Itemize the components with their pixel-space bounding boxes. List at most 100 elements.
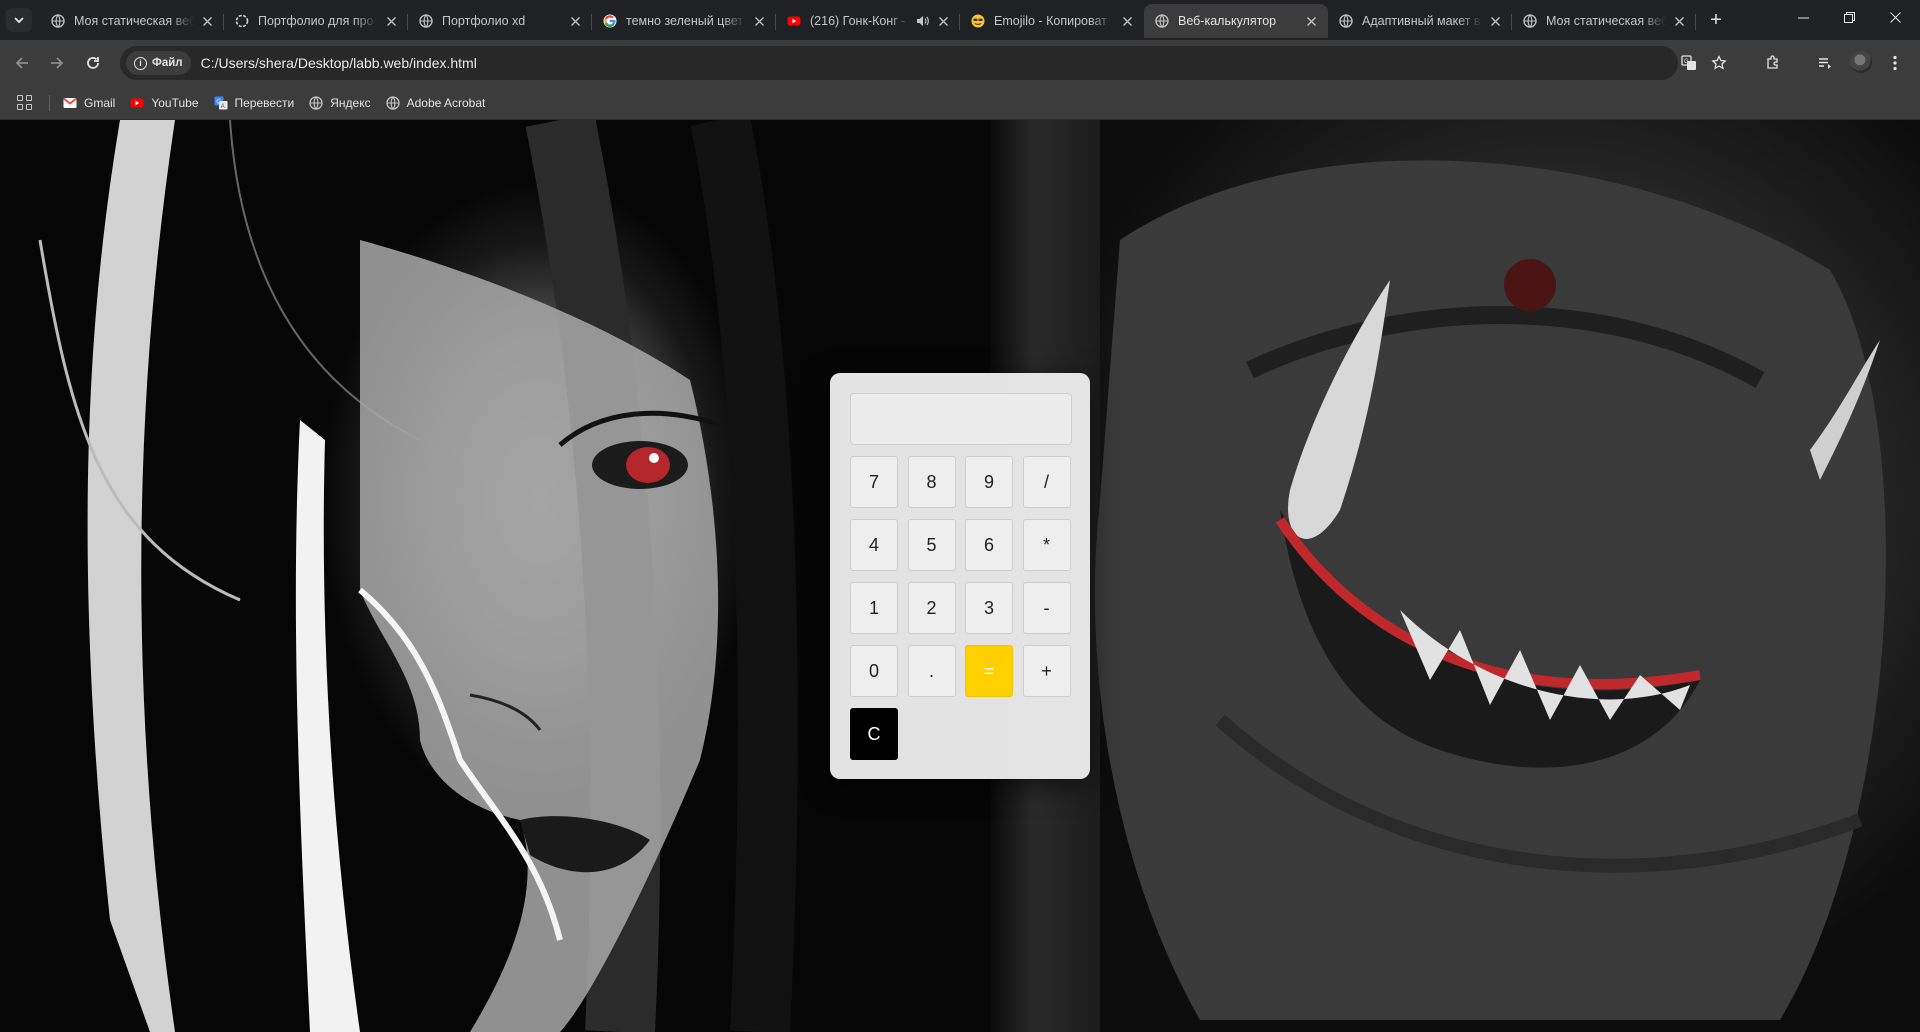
browser-tab[interactable]: темно зеленый цвет (592, 4, 776, 38)
playlist-icon (1819, 58, 1831, 69)
globe-icon (385, 95, 401, 111)
profile-avatar[interactable] (1850, 51, 1872, 73)
tab-title: (216) Гонк-Конг - (810, 14, 906, 28)
bookmark-item[interactable]: Adobe Acrobat (385, 95, 485, 111)
tab-search-button[interactable] (6, 8, 32, 32)
reload-icon (87, 57, 99, 69)
browser-tab[interactable]: Портфолио xd (408, 4, 592, 38)
bookmark-item[interactable]: Яндекс (308, 95, 371, 111)
tab-list: Моя статическая веб Портфолио для про Порт… (40, 4, 1696, 38)
tab-close-button[interactable] (1302, 12, 1320, 30)
key-plus-button[interactable]: + (1022, 645, 1071, 697)
tab-close-button[interactable] (750, 12, 768, 30)
restore-button[interactable] (1826, 0, 1872, 34)
browser-tab[interactable]: Моя статическая веб (1512, 4, 1696, 38)
tab-close-button[interactable] (1486, 12, 1504, 30)
youtube-icon (129, 95, 145, 111)
bookmarks-bar: Gmail YouTube G A Перевести Яндекс Adobe Acrob… (0, 86, 1920, 120)
tab-close-button[interactable] (1670, 12, 1688, 30)
browser-tab[interactable]: (216) Гонк-Конг - (776, 4, 960, 38)
key-minus-button[interactable]: - (1022, 582, 1071, 634)
key-5-button[interactable]: 5 (907, 519, 956, 571)
arrow-right-icon (51, 57, 64, 69)
tab-close-button[interactable] (934, 12, 952, 30)
bookmark-item[interactable]: G A Перевести (213, 95, 295, 111)
svg-text:G: G (1684, 59, 1689, 65)
puzzle-icon (1767, 55, 1778, 69)
key-equals-button[interactable]: = (965, 645, 1013, 697)
minimize-icon (1797, 17, 1809, 18)
key-1-button[interactable]: 1 (850, 582, 898, 634)
translate-icon: GA (213, 95, 229, 111)
globe-icon (1338, 13, 1354, 29)
key-2-button[interactable]: 2 (907, 582, 956, 634)
chevron-down-icon (14, 17, 24, 24)
tab-title: темно зеленый цвет (626, 14, 744, 28)
youtube-icon (786, 13, 802, 29)
address-bar[interactable]: i Файл C:/Users/shera/Desktop/labb.web/i… (120, 46, 1727, 80)
bookmark-star-button[interactable] (1710, 54, 1728, 72)
browser-tab[interactable]: Emojilo - Копироват (960, 4, 1144, 38)
speaker-icon[interactable] (914, 13, 930, 29)
globe-icon (1154, 13, 1170, 29)
url-text[interactable]: C:/Users/shera/Desktop/labb.web/index.ht… (201, 55, 477, 71)
key-clear-button[interactable]: C (850, 708, 898, 760)
info-icon: i (134, 56, 147, 70)
browser-tab[interactable]: Портфолио для про (224, 4, 408, 38)
key-6-button[interactable]: 6 (965, 519, 1013, 571)
restore-icon (1843, 11, 1855, 23)
bookmarks-separator (49, 94, 50, 111)
tab-title: Моя статическая веб (74, 14, 194, 28)
calculator-keypad: 7 8 9/ 4 5 6 * 1 2 3- 0. = + C (850, 456, 1071, 760)
tab-close-button[interactable] (198, 12, 216, 30)
key-0-button[interactable]: 0 (850, 645, 898, 697)
extensions-button[interactable] (1760, 50, 1786, 76)
openai-icon (234, 13, 250, 29)
toolbar: i Файл C:/Users/shera/Desktop/labb.web/i… (0, 40, 1920, 86)
key-decimal-button[interactable]: . (907, 645, 956, 697)
browser-tab[interactable]: Веб-калькулятор (1144, 4, 1328, 38)
key-multiply-button[interactable]: * (1022, 519, 1071, 571)
key-4-button[interactable]: 4 (850, 519, 898, 571)
google-icon (602, 13, 618, 29)
key-9-button[interactable]: 9 (965, 456, 1013, 508)
minimize-button[interactable] (1780, 0, 1826, 34)
bookmark-label: YouTube (151, 95, 199, 110)
translate-page-button[interactable]: G (1680, 54, 1698, 72)
browser-tab[interactable]: Моя статическая веб (40, 4, 224, 38)
tab-title: Emojilo - Копироват (994, 14, 1107, 28)
tab-close-button[interactable] (566, 12, 584, 30)
bookmark-item[interactable]: YouTube (129, 95, 199, 111)
bookmark-item[interactable]: Gmail (62, 95, 115, 111)
back-button[interactable] (7, 48, 37, 78)
apps-grid-icon[interactable] (17, 94, 33, 111)
reload-button[interactable] (78, 48, 108, 78)
close-window-button[interactable] (1872, 0, 1918, 34)
tab-close-button[interactable] (1118, 12, 1136, 30)
tab-close-button[interactable] (382, 12, 400, 30)
key-8-button[interactable]: 8 (907, 456, 956, 508)
more-vertical-icon (1893, 55, 1897, 71)
media-control-button[interactable] (1812, 50, 1838, 76)
forward-button[interactable] (42, 48, 72, 78)
emoji-icon (970, 13, 986, 29)
key-7-button[interactable]: 7 (850, 456, 898, 508)
tab-title: Адаптивный макет в (1362, 14, 1481, 28)
tab-title: Моя статическая веб (1546, 14, 1666, 28)
site-info-label: Файл (152, 57, 183, 69)
bookmark-list: Gmail YouTube G A Перевести Яндекс Adobe Acrob… (62, 95, 499, 111)
tab-title: Портфолио xd (442, 14, 526, 28)
bookmark-label: Перевести (234, 95, 295, 110)
calculator-display[interactable] (850, 393, 1072, 445)
translate-icon: G (1681, 55, 1696, 70)
star-icon (1711, 55, 1727, 70)
key-divide-button[interactable]: / (1022, 456, 1071, 508)
gmail-icon (62, 95, 78, 111)
key-3-button[interactable]: 3 (965, 582, 1013, 634)
tab-title: Веб-калькулятор (1178, 14, 1277, 28)
site-info-chip[interactable]: i Файл (126, 51, 191, 75)
globe-icon (50, 13, 66, 29)
new-tab-button[interactable]: + (1702, 8, 1730, 32)
browser-tab[interactable]: Адаптивный макет в (1328, 4, 1512, 38)
menu-button[interactable] (1882, 50, 1908, 76)
